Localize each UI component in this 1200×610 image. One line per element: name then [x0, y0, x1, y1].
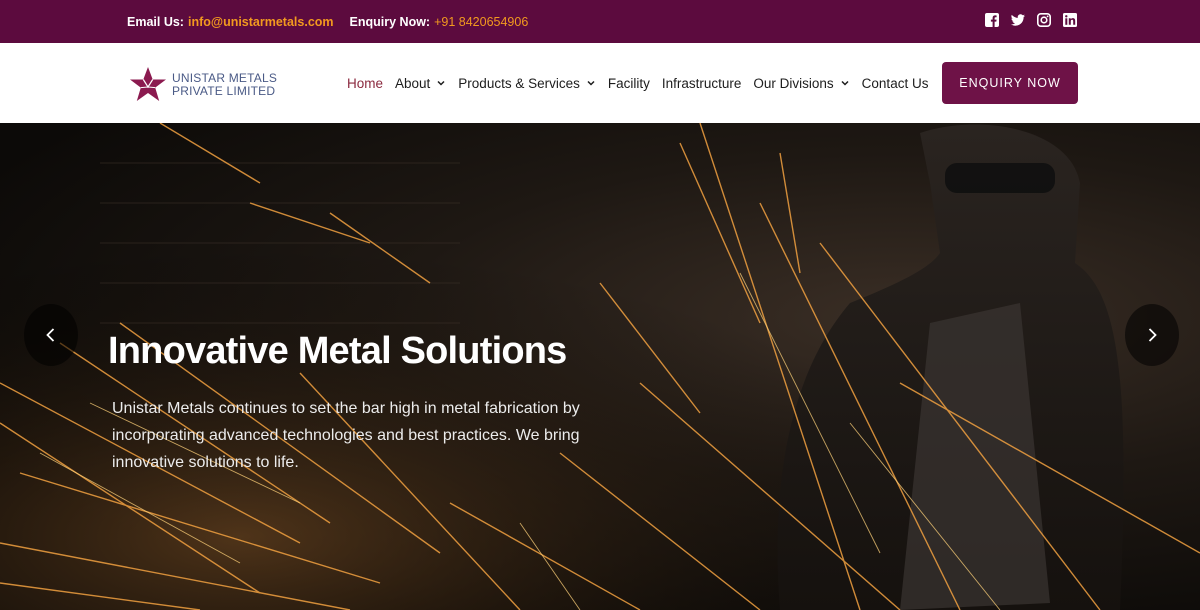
nav-about-label: About: [395, 75, 431, 91]
phone-info: Enquiry Now: +91 8420654906: [350, 15, 529, 29]
phone-link[interactable]: +91 8420654906: [434, 15, 528, 29]
hero-slider: Innovative Metal Solutions Unistar Metal…: [0, 123, 1200, 610]
nav-facility[interactable]: Facility: [608, 76, 650, 91]
logo-text: UNISTAR METALS PRIVATE LIMITED: [172, 72, 277, 98]
nav-infrastructure[interactable]: Infrastructure: [662, 76, 742, 91]
nav-infrastructure-label: Infrastructure: [661, 75, 742, 91]
nav-about[interactable]: About: [395, 76, 446, 91]
social-links: [985, 13, 1077, 27]
twitter-icon[interactable]: [1011, 13, 1025, 27]
contact-info: Email Us: info@unistarmetals.com Enquiry…: [127, 0, 528, 43]
email-label: Email Us:: [127, 14, 184, 29]
chevron-left-icon: [46, 328, 55, 342]
chevron-down-icon: [437, 80, 445, 86]
nav-divisions-label: Our Divisions: [753, 75, 834, 91]
company-logo[interactable]: UNISTAR METALS PRIVATE LIMITED: [128, 65, 277, 105]
chevron-right-icon: [1148, 328, 1157, 342]
star-logo-icon: [130, 67, 166, 101]
slider-prev-button[interactable]: [24, 304, 78, 366]
main-nav: Home About Products & Services Facility …: [347, 43, 940, 123]
main-header: UNISTAR METALS PRIVATE LIMITED Home Abou…: [0, 43, 1200, 123]
hero-description: Unistar Metals continues to set the bar …: [112, 400, 580, 471]
email-link[interactable]: info@unistarmetals.com: [188, 15, 334, 29]
nav-home-label: Home: [347, 75, 384, 91]
nav-contact-us[interactable]: Contact Us: [862, 76, 929, 91]
top-contact-bar: Email Us: info@unistarmetals.com Enquiry…: [0, 0, 1200, 43]
phone-label: Enquiry Now:: [349, 14, 431, 29]
nav-contact-label: Contact Us: [861, 75, 929, 91]
nav-our-divisions[interactable]: Our Divisions: [753, 76, 849, 91]
slider-next-button[interactable]: [1125, 304, 1179, 366]
nav-products-label: Products & Services: [458, 75, 580, 91]
hero-title: Innovative Metal Solutions: [108, 330, 567, 372]
chevron-down-icon: [587, 80, 595, 86]
instagram-icon[interactable]: [1037, 13, 1051, 27]
linkedin-icon[interactable]: [1063, 13, 1077, 27]
chevron-down-icon: [841, 80, 849, 86]
email-info: Email Us: info@unistarmetals.com: [127, 15, 334, 29]
enquiry-now-button[interactable]: ENQUIRY NOW: [942, 62, 1078, 104]
nav-products-services[interactable]: Products & Services: [458, 76, 596, 91]
nav-facility-label: Facility: [607, 75, 650, 91]
nav-home[interactable]: Home: [347, 76, 383, 91]
logo-line-2: PRIVATE LIMITED: [172, 84, 276, 98]
facebook-icon[interactable]: [985, 13, 999, 27]
